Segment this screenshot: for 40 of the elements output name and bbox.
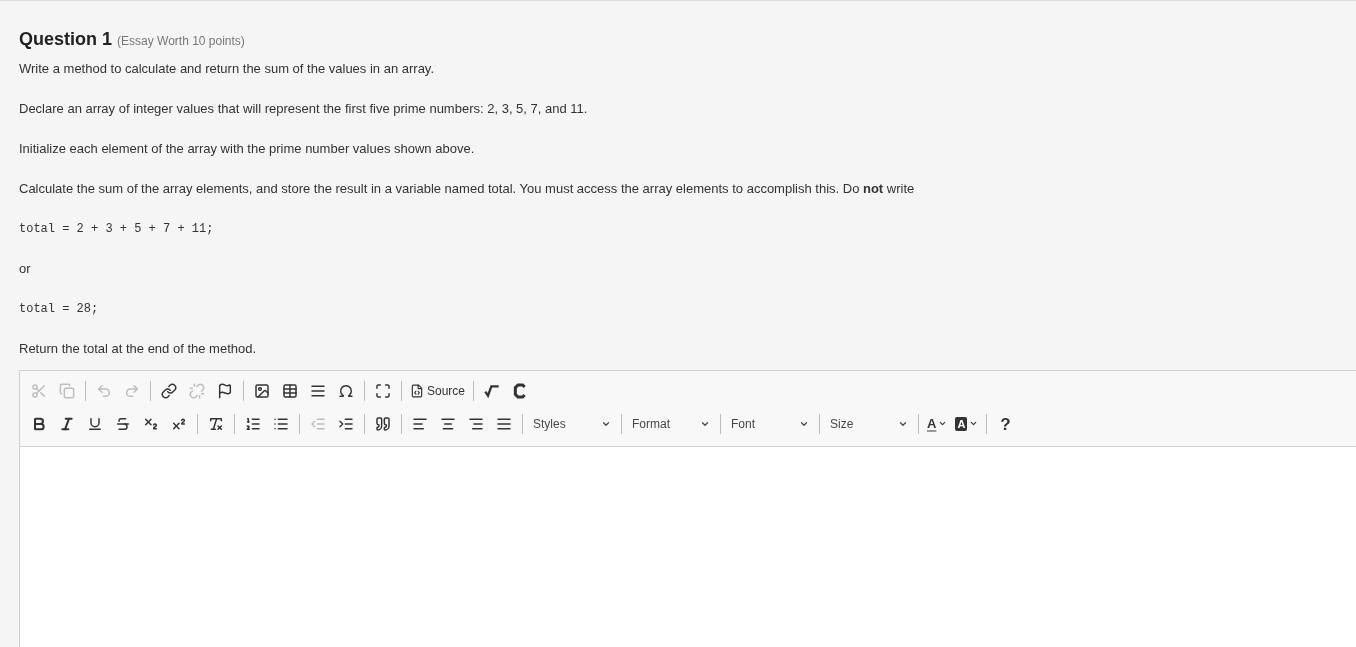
omega-icon [338, 382, 354, 399]
paragraph: Declare an array of integer values that will represent the first five prime numbers: 2, 3, 5, 7, and 11. [19, 101, 589, 117]
caret-icon [969, 419, 979, 428]
unlink-icon [189, 382, 205, 399]
underline-icon [87, 415, 103, 432]
question-points: (Essay Worth 10 points) [117, 33, 245, 50]
paragraph: or [19, 261, 32, 277]
paragraph: Initialize each element of the array with the prime number values shown above. [19, 141, 476, 157]
paragraph: Return the total at the end of the method. [19, 341, 258, 357]
numbered-list-icon [245, 415, 261, 432]
bold-icon [31, 415, 47, 432]
toolbar-dropdown[interactable]: Size [824, 411, 914, 436]
remove-format-icon [208, 415, 224, 432]
quote-icon [375, 415, 391, 432]
help-button[interactable]: ? [991, 411, 1020, 436]
toolbar-dropdown[interactable]: Styles [527, 411, 617, 436]
paragraph: Calculate the sum of the array elements, and store the result in a variable named total. You must access the array elements to accomplish this. Do not write [19, 181, 916, 197]
caret-icon [938, 419, 948, 428]
text-color-button[interactable]: A [923, 411, 952, 436]
strikethrough-icon [115, 415, 131, 432]
question-title: Question 1 [19, 28, 112, 51]
source-button[interactable]: Source [406, 378, 470, 403]
code-line: total = 2 + 3 + 5 + 7 + 11; [19, 221, 215, 237]
image-icon [254, 382, 270, 399]
undo-icon [96, 382, 112, 399]
italic-icon [59, 415, 75, 432]
paragraph: Write a method to calculate and return the sum of the values in an array. [19, 61, 436, 77]
toolbar-dropdown[interactable]: Font [725, 411, 815, 436]
cut-icon [31, 382, 47, 399]
source-icon [410, 383, 424, 398]
flag-icon [217, 382, 233, 399]
link-icon [161, 382, 177, 399]
background-color-button[interactable]: A [951, 411, 983, 436]
code-line: total = 28; [19, 301, 100, 317]
square-root-icon [484, 382, 501, 399]
maximize-icon [375, 382, 391, 399]
table-icon [282, 382, 298, 399]
copy-icon [59, 382, 75, 399]
redo-icon [124, 382, 140, 399]
toolbar-dropdown[interactable]: Format [626, 411, 716, 436]
